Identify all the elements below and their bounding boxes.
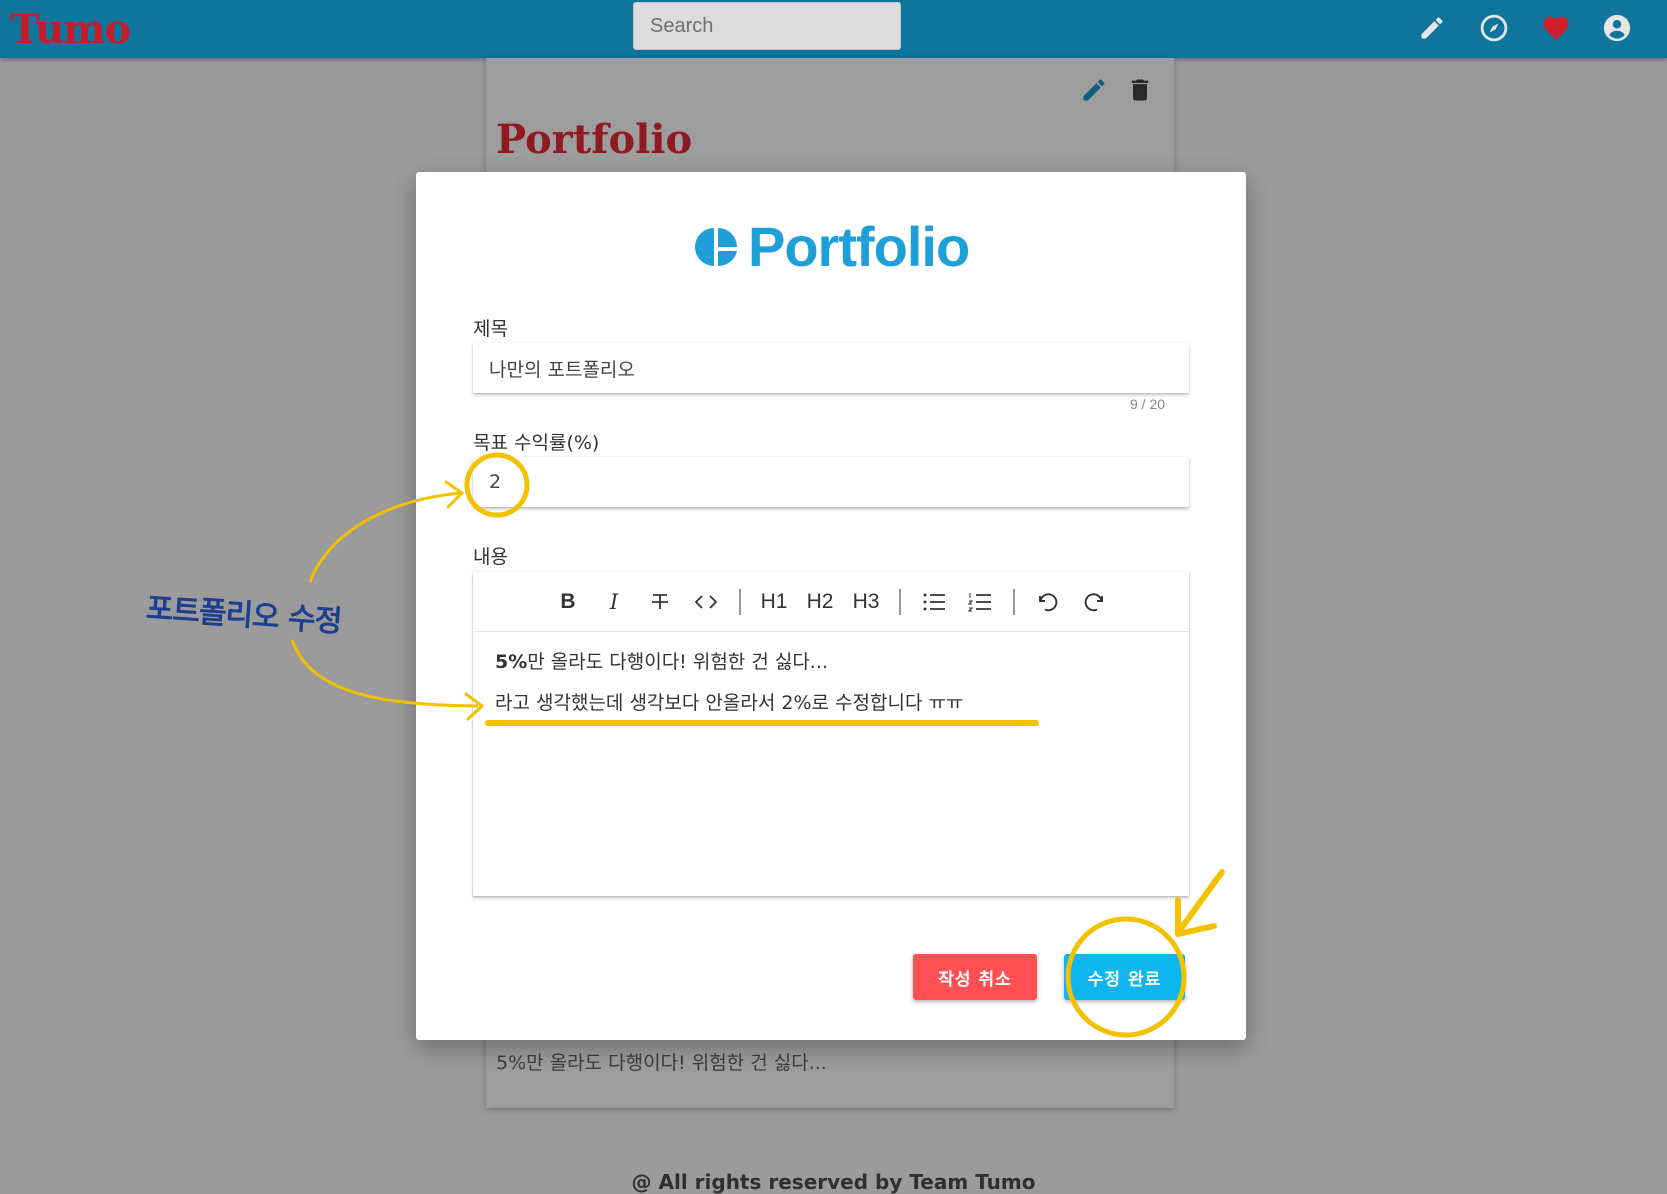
editor-content[interactable]: 5%만 올라도 다행이다! 위험한 건 싫다... 라고 생각했는데 생각보다 …	[495, 642, 963, 724]
trash-icon[interactable]	[1126, 76, 1154, 108]
ordered-list-button[interactable]	[957, 582, 1003, 622]
compass-icon[interactable]	[1478, 12, 1510, 44]
content-bold-text: 5%	[495, 651, 528, 673]
italic-button[interactable]: I	[591, 582, 637, 622]
modal-logo-text: Portfolio	[748, 215, 970, 278]
heading1-button[interactable]: H1	[751, 582, 797, 622]
undo-icon	[1039, 592, 1058, 611]
submit-edit-button[interactable]: 수정 완료	[1064, 954, 1185, 1000]
card-content-preview: 5%만 올라도 다행이다! 위험한 건 싫다...	[496, 1052, 827, 1074]
heading2-button[interactable]: H2	[797, 582, 843, 622]
card-title: Portfolio	[496, 116, 693, 163]
toolbar-divider	[739, 588, 741, 615]
content-editor[interactable]: B I H1 H2 H3 5%만 올라도 다행이다! 위험한 건 싫다... 라…	[473, 572, 1189, 896]
pencil-icon[interactable]	[1416, 12, 1448, 44]
content-line-1: 5%만 올라도 다행이다! 위험한 건 싫다...	[495, 642, 963, 683]
bullet-list-button[interactable]	[911, 582, 957, 622]
code-button[interactable]	[683, 582, 729, 622]
target-return-label: 목표 수익률(%)	[473, 432, 600, 454]
toolbar-divider	[1013, 588, 1015, 615]
title-label: 제목	[473, 318, 508, 340]
undo-button[interactable]	[1025, 582, 1071, 622]
editor-toolbar: B I H1 H2 H3	[473, 572, 1189, 632]
heart-icon[interactable]	[1540, 12, 1572, 44]
heading3-button[interactable]: H3	[843, 582, 889, 622]
target-return-input[interactable]	[473, 457, 1189, 507]
title-field[interactable]	[473, 343, 1189, 393]
search-box[interactable]	[633, 2, 901, 50]
content-text: 만 올라도 다행이다! 위험한 건 싫다...	[527, 651, 828, 673]
content-label: 내용	[473, 546, 508, 568]
search-input[interactable]	[634, 3, 900, 49]
edit-portfolio-modal: Portfolio 제목 9 / 20 목표 수익률(%) 내용 B I H1 …	[416, 172, 1246, 1040]
redo-icon	[1084, 592, 1103, 611]
target-return-field[interactable]	[473, 457, 1189, 507]
code-icon	[694, 594, 718, 609]
redo-button[interactable]	[1071, 582, 1117, 622]
content-line-2: 라고 생각했는데 생각보다 안올라서 2%로 수정합니다 ㅠㅠ	[495, 692, 964, 714]
top-navbar: Tumo	[0, 0, 1667, 58]
toolbar-divider	[899, 588, 901, 615]
edit-icon[interactable]	[1080, 76, 1108, 108]
account-circle-icon[interactable]	[1601, 12, 1633, 44]
annotation-label: 포트폴리오 수정	[144, 591, 343, 640]
title-input[interactable]	[473, 343, 1189, 393]
portfolio-logo-icon	[695, 227, 737, 266]
footer-copyright: @ All rights reserved by Team Tumo	[631, 1170, 1036, 1194]
strikethrough-icon	[652, 593, 668, 609]
title-char-counter: 9 / 20	[1130, 396, 1166, 412]
bold-button[interactable]: B	[545, 582, 591, 622]
ordered-list-icon	[968, 592, 991, 612]
tumo-logo[interactable]: Tumo	[10, 6, 131, 53]
modal-logo: Portfolio	[694, 214, 970, 279]
cancel-button[interactable]: 작성 취소	[913, 954, 1037, 1000]
bullet-list-icon	[923, 593, 945, 610]
strikethrough-button[interactable]	[637, 582, 683, 622]
